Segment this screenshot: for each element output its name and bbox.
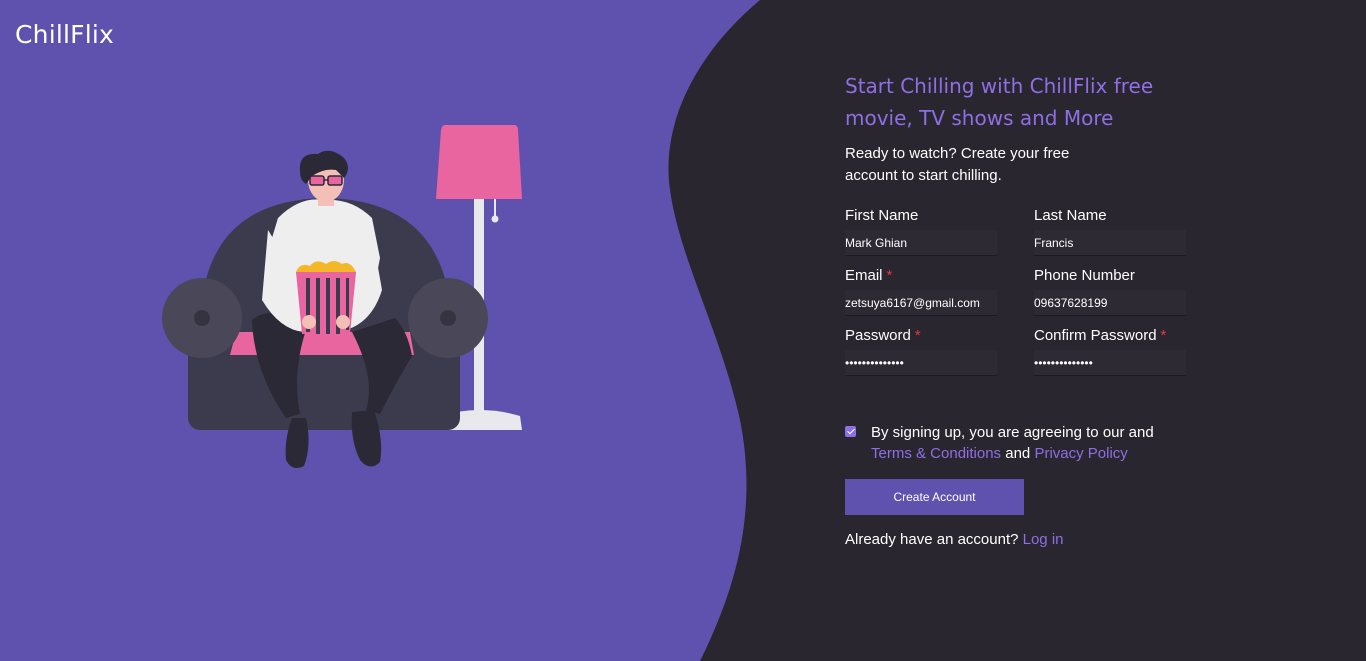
form-headline: Start Chilling with ChillFlix free movie…	[845, 74, 1154, 130]
last-name-group: Last Name Francis	[1034, 207, 1186, 256]
login-link[interactable]: Log in	[1023, 531, 1064, 548]
phone-label: Phone Number	[1034, 267, 1135, 284]
brand-logo[interactable]: ChillFlix	[15, 20, 114, 49]
last-name-label: Last Name	[1034, 207, 1107, 224]
signup-form: Start Chilling with ChillFlix free movie…	[845, 70, 1205, 548]
required-asterisk: *	[1160, 327, 1167, 344]
required-asterisk: *	[886, 267, 893, 284]
password-group: Password * ••••••••••••••	[845, 327, 997, 376]
sofa-illustration	[162, 125, 522, 468]
privacy-link[interactable]: Privacy Policy	[1034, 445, 1127, 462]
phone-input[interactable]: 09637628199	[1034, 290, 1186, 316]
agreement-row: By signing up, you are agreeing to our a…	[845, 422, 1185, 464]
phone-group: Phone Number 09637628199	[1034, 267, 1186, 316]
form-subtext: Ready to watch? Create your free account…	[845, 145, 1070, 184]
confirm-password-group: Confirm Password * ••••••••••••••	[1034, 327, 1186, 376]
last-name-input[interactable]: Francis	[1034, 230, 1186, 256]
agreement-text: By signing up, you are agreeing to our a…	[871, 424, 1154, 462]
email-group: Email * zetsuya6167@gmail.com	[845, 267, 997, 316]
confirm-password-label: Confirm Password *	[1034, 327, 1167, 344]
login-prompt: Already have an account? Log in	[845, 531, 1064, 548]
agree-checkbox[interactable]	[845, 426, 856, 437]
required-asterisk: *	[914, 327, 921, 344]
first-name-input[interactable]: Mark Ghian	[845, 230, 997, 256]
first-name-group: First Name Mark Ghian	[845, 207, 997, 256]
create-account-button[interactable]: Create Account	[845, 479, 1024, 515]
password-input[interactable]: ••••••••••••••	[845, 350, 997, 376]
first-name-label: First Name	[845, 207, 919, 224]
form-fields: First Name Mark Ghian Last Name Francis …	[845, 207, 1186, 376]
confirm-password-input[interactable]: ••••••••••••••	[1034, 350, 1186, 376]
terms-link[interactable]: Terms & Conditions	[871, 445, 1001, 462]
email-input[interactable]: zetsuya6167@gmail.com	[845, 290, 997, 316]
email-label: Email *	[845, 267, 893, 284]
password-label: Password *	[845, 327, 921, 344]
